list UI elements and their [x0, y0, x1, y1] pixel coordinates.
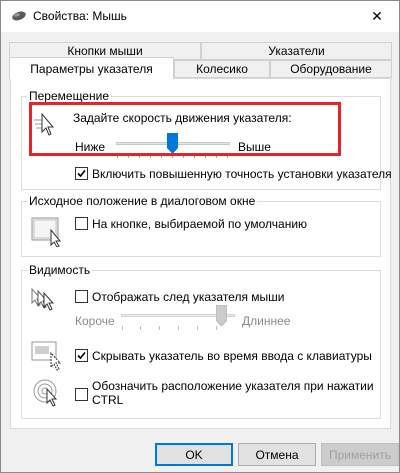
group-title: Видимость: [27, 263, 93, 277]
apply-label: Применить: [328, 447, 391, 462]
tab-pointers[interactable]: Указатели: [201, 42, 392, 60]
tab-label: Колесико: [196, 62, 248, 76]
apply-button[interactable]: Применить: [321, 443, 399, 466]
mouse-icon: [11, 10, 27, 22]
precision-label: Включить повышенную точность установки у…: [92, 167, 392, 181]
tab-panel: Перемещение Задайте скорость движения ук…: [10, 78, 392, 429]
ctrl-locate-checkbox[interactable]: [75, 388, 88, 401]
trails-label: Отображать след указателя мыши: [92, 290, 285, 304]
hide-pointer-icon: [31, 341, 65, 374]
hide-pointer-label: Скрывать указатель во время ввода с клав…: [92, 349, 372, 363]
tab-label: Кнопки мыши: [67, 44, 143, 58]
ok-button[interactable]: OK: [155, 443, 233, 466]
trail-long-label: Длиннее: [242, 314, 291, 328]
ctrl-locate-label-line2: CTRL: [92, 393, 124, 407]
tab-hardware[interactable]: Оборудование: [270, 60, 392, 78]
cancel-label: Отмена: [255, 447, 299, 462]
ok-label: OK: [185, 447, 203, 462]
group-title: Исходное положение в диалоговом окне: [27, 194, 258, 208]
hide-pointer-checkbox[interactable]: [75, 349, 88, 362]
snap-to-icon: [31, 215, 65, 250]
snap-checkbox[interactable]: [75, 217, 88, 230]
tab-pointer-options[interactable]: Параметры указателя: [9, 57, 174, 79]
trail-length-slider[interactable]: [119, 303, 237, 331]
speed-slider[interactable]: [114, 131, 232, 161]
ctrl-locate-label-line1: Обозначить расположение указателя при на…: [92, 379, 374, 393]
trail-slider-thumb[interactable]: [215, 304, 227, 327]
speed-prompt: Задайте скорость движения указателя:: [73, 111, 292, 125]
tab-wheel[interactable]: Колесико: [174, 60, 270, 78]
pointer-trails-icon: [30, 285, 64, 318]
speed-slider-thumb[interactable]: [166, 133, 178, 154]
precision-checkbox[interactable]: [75, 167, 88, 180]
pointer-speed-icon: [34, 112, 56, 141]
close-icon: ✕: [371, 8, 383, 24]
group-title: Перемещение: [27, 89, 111, 103]
mouse-properties-window: Свойства: Мышь ✕ Кнопки мыши Указатели П…: [0, 0, 400, 473]
tab-label: Параметры указателя: [30, 61, 153, 76]
tab-label: Указатели: [268, 44, 325, 58]
window-title: Свойства: Мышь: [33, 9, 127, 23]
locate-pointer-icon: [33, 377, 65, 410]
tab-label: Оборудование: [290, 62, 372, 76]
speed-fast-label: Выше: [238, 140, 271, 154]
close-button[interactable]: ✕: [355, 1, 399, 32]
speed-slow-label: Ниже: [75, 140, 106, 154]
snap-label: На кнопке, выбираемой по умолчанию: [92, 217, 308, 231]
cancel-button[interactable]: Отмена: [238, 443, 316, 466]
trails-checkbox[interactable]: [75, 290, 88, 303]
trail-short-label: Короче: [75, 314, 115, 328]
title-bar: Свойства: Мышь ✕: [1, 1, 399, 32]
